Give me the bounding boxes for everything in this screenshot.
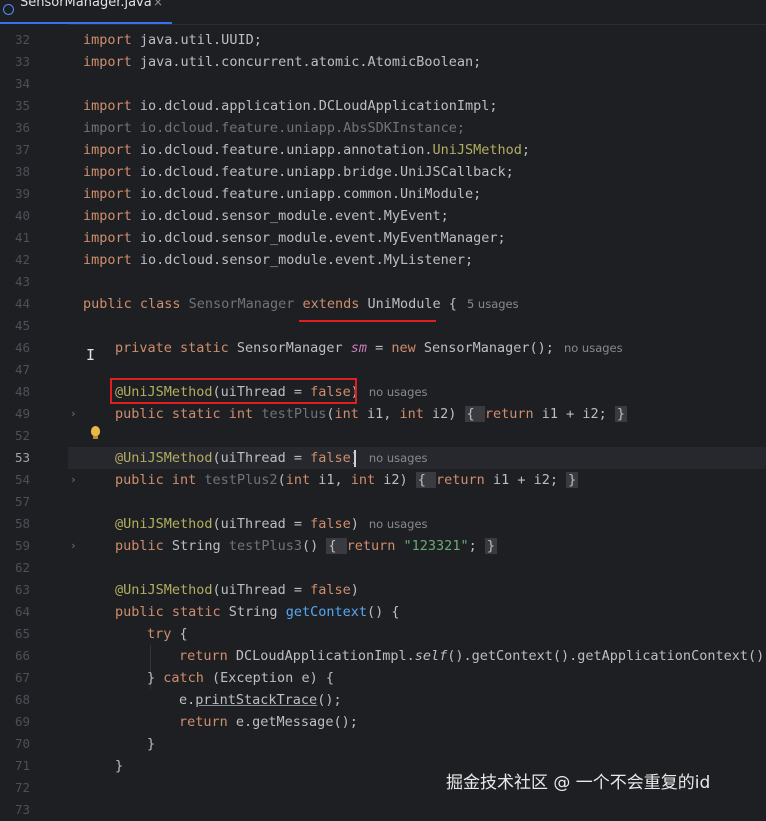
line-number: 48 bbox=[14, 384, 30, 399]
extends-underline-annotation bbox=[299, 320, 436, 322]
line-number: 39 bbox=[14, 186, 30, 201]
code-line[interactable]: import io.dcloud.sensor_module.event.MyE… bbox=[83, 205, 449, 227]
usages-hint: no usages bbox=[563, 341, 623, 355]
line-number: 70 bbox=[14, 736, 30, 751]
method-getcontext[interactable]: public static String getContext() { bbox=[115, 601, 400, 623]
line-number: 42 bbox=[14, 252, 30, 267]
code-line[interactable]: import java.util.UUID; bbox=[83, 29, 262, 51]
line-number: 46 bbox=[14, 340, 30, 355]
usages-hint: no usages bbox=[368, 385, 428, 399]
annotation-highlight-box bbox=[110, 378, 357, 404]
print-stack-trace-line[interactable]: e.printStackTrace(); bbox=[179, 689, 342, 711]
catch-line[interactable]: } catch (Exception e) { bbox=[147, 667, 334, 689]
lightbulb-icon[interactable] bbox=[91, 426, 100, 436]
line-number-current: 53 bbox=[14, 450, 30, 465]
annotation-line[interactable]: @UniJSMethod(uiThread = false)no usages bbox=[115, 447, 428, 469]
line-number: 59 bbox=[14, 538, 30, 553]
line-number: 38 bbox=[14, 164, 30, 179]
line-number: 64 bbox=[14, 604, 30, 619]
line-number: 32 bbox=[14, 32, 30, 47]
field-declaration[interactable]: private static SensorManager sm = new Se… bbox=[115, 337, 623, 359]
code-line[interactable]: import io.dcloud.sensor_module.event.MyL… bbox=[83, 249, 473, 271]
line-number: 45 bbox=[14, 318, 30, 333]
line-number: 57 bbox=[14, 494, 30, 509]
text-caret bbox=[354, 450, 356, 467]
line-number: 62 bbox=[14, 560, 30, 575]
line-number: 41 bbox=[14, 230, 30, 245]
lightbulb-base bbox=[93, 436, 98, 439]
line-number: 36 bbox=[14, 120, 30, 135]
line-number: 71 bbox=[14, 758, 30, 773]
line-number: 72 bbox=[14, 780, 30, 795]
line-number: 54 bbox=[14, 472, 30, 487]
usages-hint: no usages bbox=[368, 451, 428, 465]
tab-label: SensorManager.java bbox=[20, 0, 152, 10]
line-number: 58 bbox=[14, 516, 30, 531]
return-message-line[interactable]: return e.getMessage(); bbox=[179, 711, 358, 733]
line-number: 67 bbox=[14, 670, 30, 685]
method-testplus3[interactable]: public String testPlus3() { return "1233… bbox=[115, 535, 497, 557]
method-testplus2[interactable]: public int testPlus2(int i1, int i2) { r… bbox=[115, 469, 579, 491]
fold-chevron-icon[interactable]: › bbox=[70, 535, 77, 557]
fold-chevron-icon[interactable]: › bbox=[70, 403, 77, 425]
line-number: 49 bbox=[14, 406, 30, 421]
method-testplus[interactable]: public static int testPlus(int i1, int i… bbox=[115, 403, 628, 425]
tab-sensormanager-java[interactable]: SensorManager.java × bbox=[0, 0, 172, 24]
close-brace[interactable]: } bbox=[147, 733, 155, 755]
code-line[interactable]: import io.dcloud.feature.uniapp.common.U… bbox=[83, 183, 481, 205]
line-number: 43 bbox=[14, 274, 30, 289]
editor-tab-bar: SensorManager.java × bbox=[0, 0, 766, 25]
line-number: 35 bbox=[14, 98, 30, 113]
code-line[interactable]: import io.dcloud.application.DCLoudAppli… bbox=[83, 95, 498, 117]
return-line[interactable]: return DCLoudApplicationImpl.self().getC… bbox=[179, 645, 766, 667]
watermark: 掘金技术社区 @ 一个不会重复的id bbox=[446, 773, 711, 793]
line-number: 37 bbox=[14, 142, 30, 157]
line-number: 40 bbox=[14, 208, 30, 223]
line-number: 63 bbox=[14, 582, 30, 597]
line-number: 66 bbox=[14, 648, 30, 663]
usages-hint: no usages bbox=[368, 517, 428, 531]
code-line[interactable]: import java.util.concurrent.atomic.Atomi… bbox=[83, 51, 481, 73]
annotation-line[interactable]: @UniJSMethod(uiThread = false)no usages bbox=[115, 513, 428, 535]
fold-chevron-icon[interactable]: › bbox=[70, 469, 77, 491]
annotation-line[interactable]: @UniJSMethod(uiThread = false) bbox=[115, 579, 359, 601]
close-brace[interactable]: } bbox=[115, 755, 123, 777]
code-line[interactable]: import io.dcloud.feature.uniapp.bridge.U… bbox=[83, 161, 514, 183]
line-number: 44 bbox=[14, 296, 30, 311]
close-icon[interactable]: × bbox=[153, 0, 163, 9]
line-number: 34 bbox=[14, 76, 30, 91]
line-number: 68 bbox=[14, 692, 30, 707]
try-line[interactable]: try { bbox=[147, 623, 188, 645]
line-number: 69 bbox=[14, 714, 30, 729]
code-line[interactable]: import io.dcloud.sensor_module.event.MyE… bbox=[83, 227, 506, 249]
usages-hint: 5 usages bbox=[466, 297, 519, 311]
java-class-icon bbox=[3, 4, 14, 15]
line-number: 52 bbox=[14, 428, 30, 443]
line-number: 33 bbox=[14, 54, 30, 69]
text-cursor-ibeam-icon: I bbox=[86, 346, 96, 364]
line-number: 73 bbox=[14, 802, 30, 817]
line-number: 47 bbox=[14, 362, 30, 377]
code-line-unused-import[interactable]: import io.dcloud.feature.uniapp.AbsSDKIn… bbox=[83, 117, 465, 139]
code-line[interactable]: import io.dcloud.feature.uniapp.annotati… bbox=[83, 139, 530, 161]
line-number: 65 bbox=[14, 626, 30, 641]
class-declaration[interactable]: public class SensorManager extends UniMo… bbox=[83, 293, 519, 315]
